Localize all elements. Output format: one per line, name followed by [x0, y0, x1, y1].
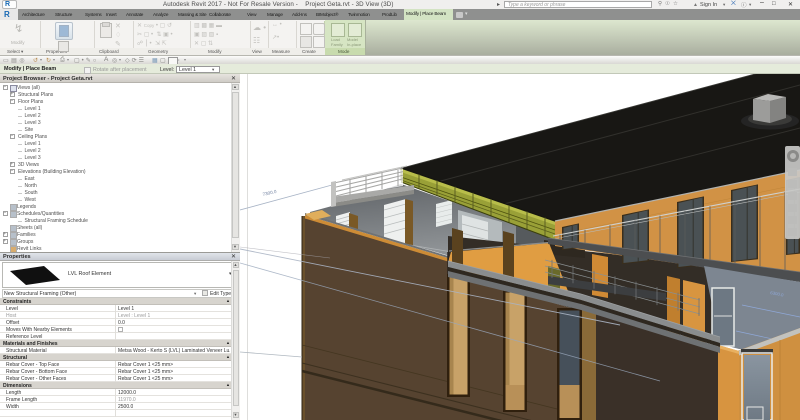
svg-text:7300.0: 7300.0: [262, 189, 277, 197]
